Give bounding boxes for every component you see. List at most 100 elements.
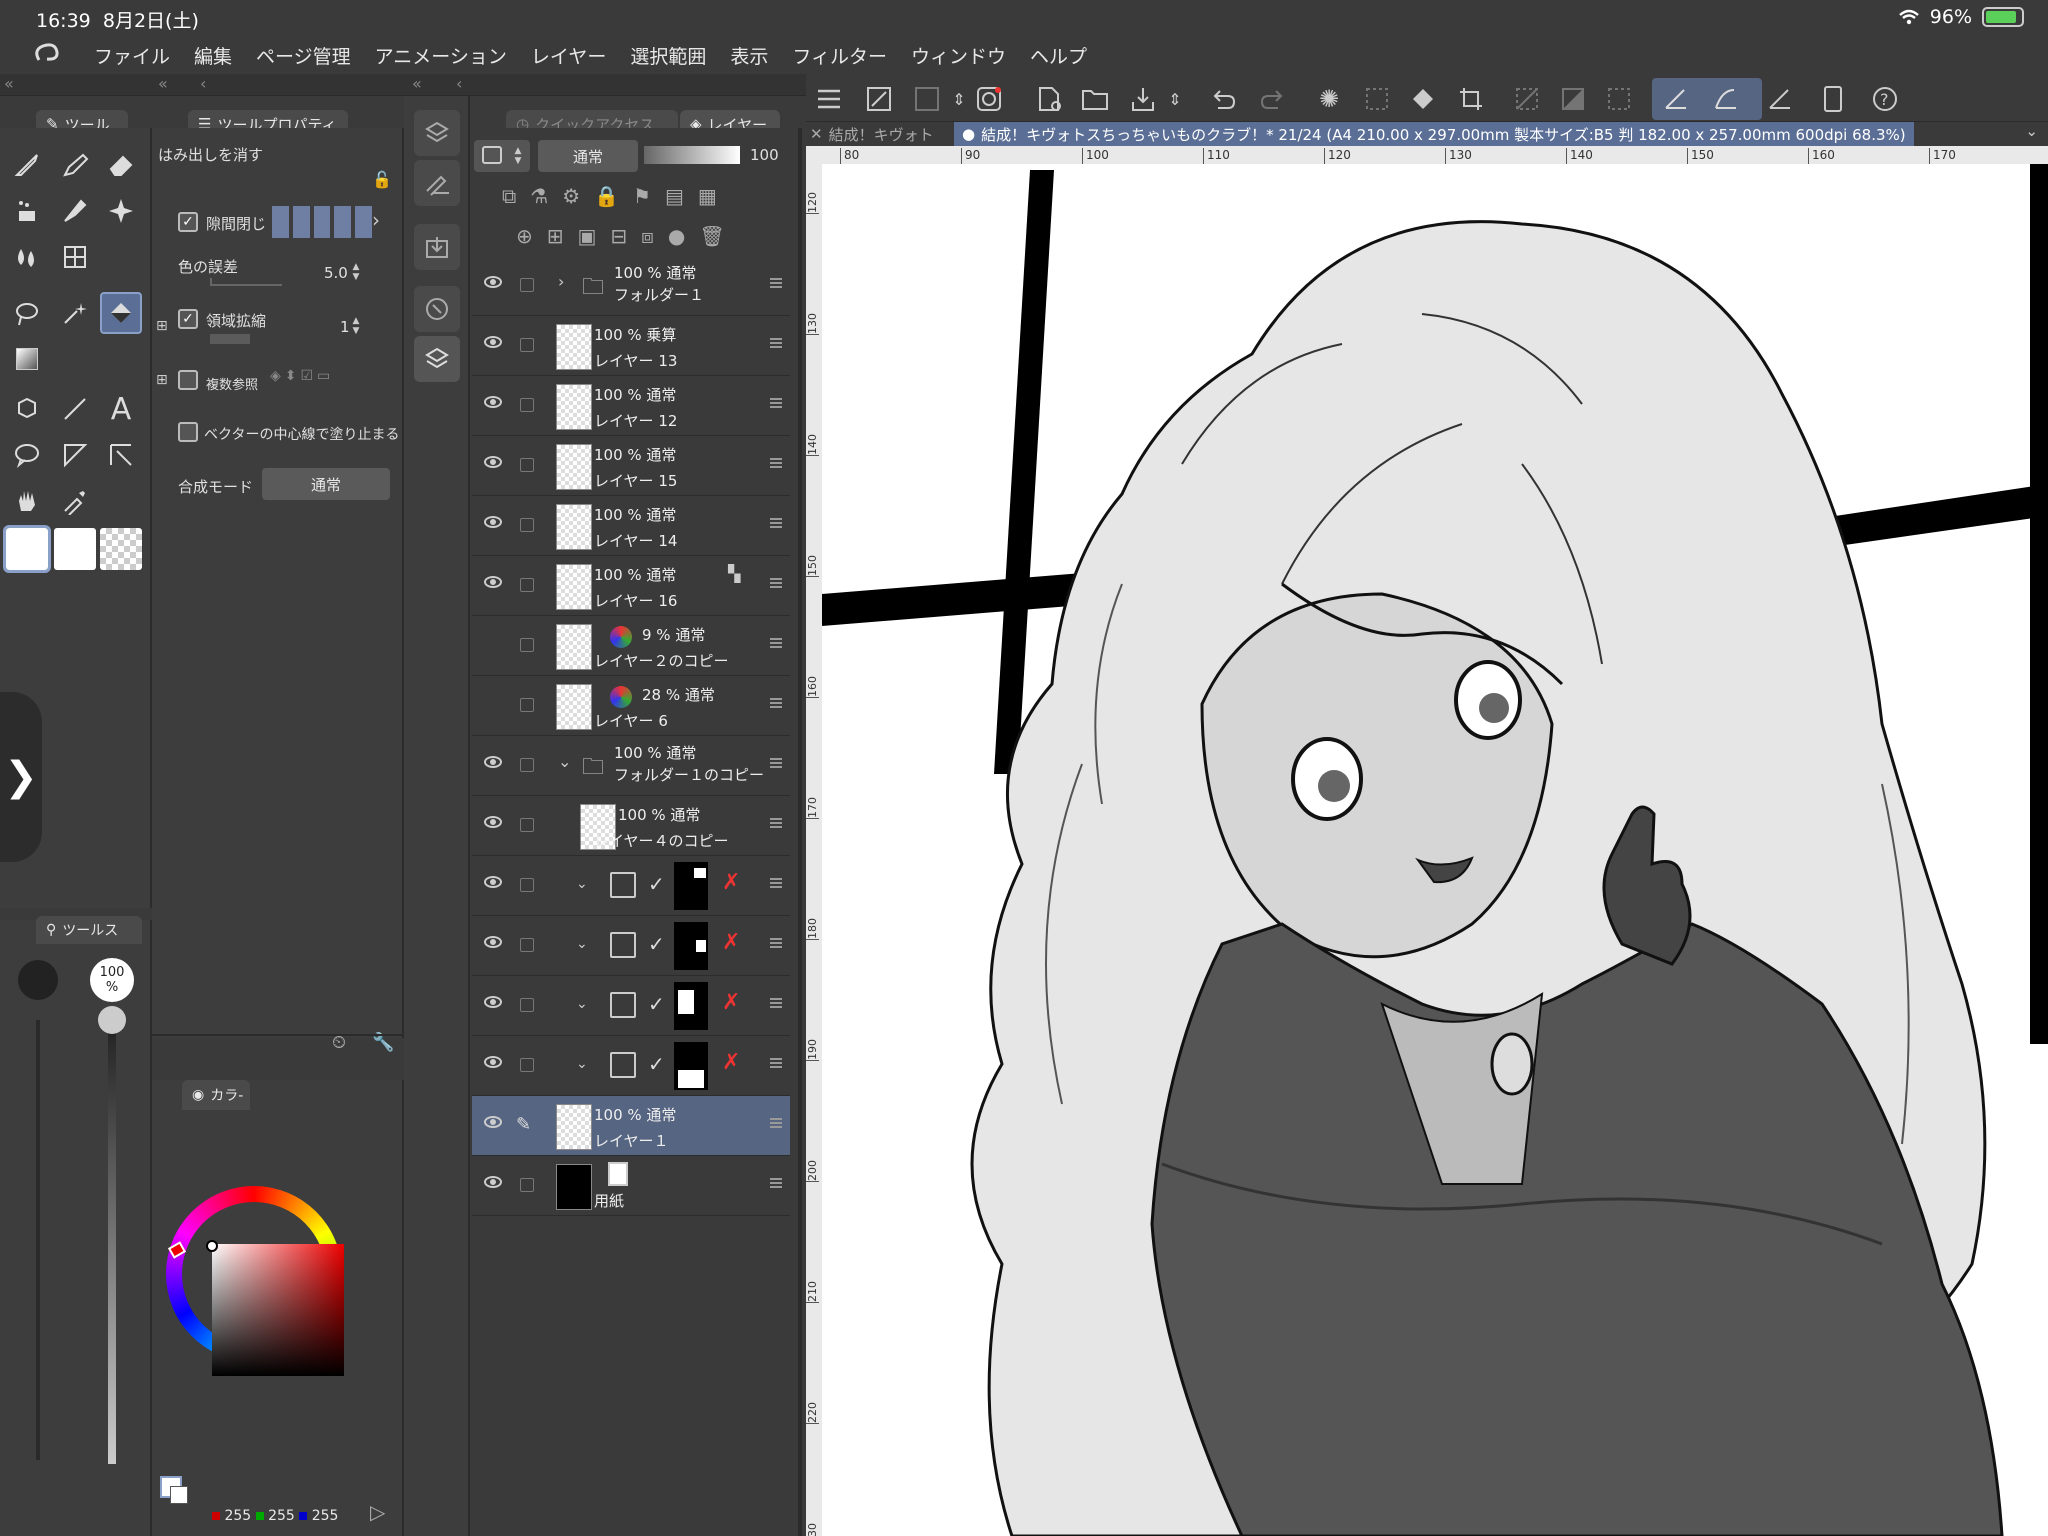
- sub-color-swatch[interactable]: [54, 528, 96, 570]
- expand-plus-icon-2[interactable]: ⊞: [156, 372, 168, 388]
- balloon-tool-icon[interactable]: [6, 434, 48, 476]
- layer-opacity-value[interactable]: 100: [750, 146, 779, 164]
- layer-checkbox[interactable]: [520, 338, 534, 352]
- layer-checkbox[interactable]: [520, 638, 534, 652]
- layer-toolbar-row2[interactable]: ⊕⊞▣⊟⧈●🗑: [516, 224, 802, 258]
- app-logo-icon[interactable]: [24, 38, 68, 72]
- layer-property-icon[interactable]: [414, 110, 460, 156]
- layer-row[interactable]: › 🗀 100 % 通常 フォルダー１: [472, 256, 790, 316]
- layer-checkbox[interactable]: [520, 818, 534, 832]
- layer-checkbox[interactable]: [520, 578, 534, 592]
- hamburger-icon[interactable]: [812, 82, 846, 116]
- drag-handle-icon[interactable]: [770, 878, 782, 888]
- collapse-left-icon[interactable]: «: [4, 74, 14, 93]
- chevron-down-icon[interactable]: ⌄: [576, 1056, 588, 1072]
- layer-checkbox[interactable]: [520, 878, 534, 892]
- layer-blend-dropdown[interactable]: 通常: [538, 140, 638, 172]
- area-scaling-value[interactable]: 1: [340, 318, 350, 336]
- eye-icon[interactable]: [484, 1116, 502, 1128]
- clip-studio-icon[interactable]: [972, 82, 1006, 116]
- selection-layer-icon[interactable]: [1360, 82, 1394, 116]
- area-scaling-checkbox[interactable]: ✓: [178, 309, 198, 329]
- layer-checkbox[interactable]: [520, 518, 534, 532]
- pen-tool-icon[interactable]: [6, 144, 48, 186]
- fit-screen-icon[interactable]: [862, 82, 896, 116]
- reference-layers-icon[interactable]: ◈⬍☑▭: [270, 368, 334, 384]
- chevron-right-icon[interactable]: ›: [558, 272, 564, 291]
- fill-tool-icon[interactable]: [100, 292, 142, 334]
- drag-handle-icon[interactable]: [770, 458, 782, 468]
- sparkle-tool-icon[interactable]: [100, 190, 142, 232]
- menu-layer[interactable]: レイヤー: [519, 42, 618, 69]
- eye-icon[interactable]: [484, 756, 502, 768]
- color-tolerance-slider[interactable]: [210, 278, 282, 286]
- eye-icon[interactable]: [484, 876, 502, 888]
- device-icon[interactable]: [1816, 82, 1850, 116]
- doc-tab-1[interactable]: ✕ 結成！キヴォト: [806, 122, 952, 146]
- new-file-icon[interactable]: [1032, 82, 1066, 116]
- layer-toolbar-row1[interactable]: ⧉⚗⚙🔒⚑▤▦: [502, 184, 788, 218]
- airbrush-tool-icon[interactable]: [6, 190, 48, 232]
- layer-row[interactable]: ⌄ 🗀 100 % 通常 フォルダー１のコピー: [472, 736, 790, 796]
- navigator-icon[interactable]: [414, 286, 460, 332]
- hand-tool-icon[interactable]: [6, 480, 48, 522]
- blend-tool-icon[interactable]: [6, 236, 48, 278]
- layer-row[interactable]: 100 % 通常 レイヤー 14: [472, 496, 790, 556]
- check-icon[interactable]: ✓: [648, 872, 665, 896]
- save-icon[interactable]: [1126, 82, 1160, 116]
- snap-special-icon[interactable]: [1708, 82, 1742, 116]
- saturation-value-square[interactable]: [212, 1244, 344, 1376]
- layer-checkbox[interactable]: [520, 398, 534, 412]
- layer-checkbox[interactable]: [520, 938, 534, 952]
- eye-icon[interactable]: [484, 1056, 502, 1068]
- ruler-tool-icon[interactable]: [100, 434, 142, 476]
- layer-checkbox[interactable]: [520, 998, 534, 1012]
- menu-filter[interactable]: フィルター: [780, 42, 899, 69]
- drag-handle-icon[interactable]: [770, 938, 782, 948]
- drag-handle-icon[interactable]: [770, 578, 782, 588]
- fill-bucket-icon[interactable]: [1406, 82, 1440, 116]
- help-icon[interactable]: ?: [1868, 82, 1902, 116]
- sub-tool-detail-icon[interactable]: [414, 160, 460, 206]
- mask-disabled-icon[interactable]: ✗: [722, 1050, 740, 1075]
- updown-icon-2[interactable]: ⇕: [1158, 82, 1192, 116]
- layer-color-dropdown[interactable]: ▲ ▼: [474, 140, 530, 172]
- eyedropper-tool-icon[interactable]: [54, 480, 96, 522]
- opacity-slider-knob[interactable]: [98, 1006, 126, 1034]
- mask-disabled-icon[interactable]: ✗: [722, 930, 740, 955]
- mask-disabled-icon[interactable]: ✗: [722, 870, 740, 895]
- layer-checkbox[interactable]: [520, 698, 534, 712]
- drag-handle-icon[interactable]: [770, 818, 782, 828]
- invert-selection-icon[interactable]: [1556, 82, 1590, 116]
- layer-row[interactable]: 9 % 通常 レイヤー２のコピー: [472, 616, 790, 676]
- drag-handle-icon[interactable]: [770, 1058, 782, 1068]
- layer-row[interactable]: 100 % 乗算 レイヤー 13: [472, 316, 790, 376]
- expand-selection-icon[interactable]: [1602, 82, 1636, 116]
- layer-row[interactable]: 100 % 通常 レイヤー 12: [472, 376, 790, 436]
- drawing-canvas[interactable]: [822, 164, 2048, 1536]
- scaling-stepper-icon[interactable]: ▲ ▼: [350, 316, 362, 336]
- layer-checkbox[interactable]: [520, 758, 534, 772]
- side-handle-icon[interactable]: ❯: [0, 692, 42, 862]
- layer-mask-thumbnail[interactable]: [674, 922, 708, 970]
- layer-row[interactable]: 100 % 通常 レイヤー４のコピー: [472, 796, 790, 856]
- layer-mask-thumbnail[interactable]: [674, 1042, 708, 1090]
- eye-icon[interactable]: [484, 936, 502, 948]
- layer-row[interactable]: 用紙: [472, 1156, 790, 1216]
- eye-icon[interactable]: [484, 1176, 502, 1188]
- brush-opacity-slider[interactable]: [108, 1024, 116, 1464]
- chevron-right-icon[interactable]: ›: [372, 208, 380, 232]
- layer-row[interactable]: 100 % 通常 レイヤー 16 ▚: [472, 556, 790, 616]
- pencil-tool-icon[interactable]: [54, 144, 96, 186]
- object-tool-icon[interactable]: [6, 388, 48, 430]
- line-tool-icon[interactable]: [54, 388, 96, 430]
- gradient-tool-icon[interactable]: [6, 338, 48, 380]
- chevron-down-icon[interactable]: ⌄: [576, 996, 588, 1012]
- transparent-color-swatch[interactable]: [100, 528, 142, 570]
- loading-icon[interactable]: ✺: [1312, 82, 1346, 116]
- edit-pen-icon[interactable]: ✎: [516, 1114, 531, 1135]
- layer-row[interactable]: 28 % 通常 レイヤー 6: [472, 676, 790, 736]
- drag-handle-icon[interactable]: [770, 518, 782, 528]
- eye-icon[interactable]: [484, 336, 502, 348]
- layer-mask-thumbnail[interactable]: [674, 862, 708, 910]
